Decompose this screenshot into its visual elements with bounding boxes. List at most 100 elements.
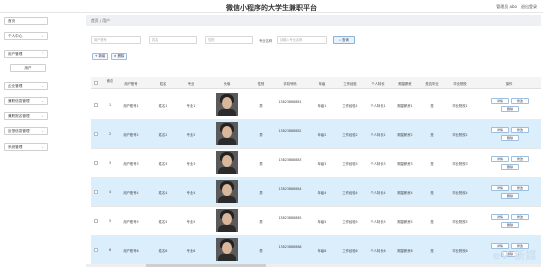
detail-button[interactable]: 详情 <box>491 127 509 133</box>
delete-button-label: 删除 <box>506 165 513 169</box>
row-graduated: 是 <box>430 133 434 137</box>
row-grade: 年级6 <box>317 249 327 253</box>
row-salary: 期望薪资6 <box>397 249 413 253</box>
row-experience: 工作经验4 <box>342 191 358 195</box>
row-major: 专业3 <box>186 162 196 166</box>
row-gender: 男 <box>259 191 263 195</box>
sidebar-item-label: 个人中心 <box>8 34 23 38</box>
sidebar-item-home[interactable]: 首页 <box>4 17 48 25</box>
column-header: 是否毕业 <box>425 82 439 86</box>
row-checkbox[interactable] <box>94 132 98 136</box>
table-row[interactable]: 2 用户账号2 姓名2 专业2 男 13823888882 年级2 工作经验2 个人特长2 期望薪… <box>91 119 541 149</box>
row-checkbox[interactable] <box>94 248 98 252</box>
chevron-down-icon: ⌄ <box>41 84 44 88</box>
sidebar-item-job-signup[interactable]: 兼职报名管理 ⌄ <box>4 112 48 120</box>
add-button[interactable]: + 新增 <box>92 53 108 60</box>
chevron-down-icon: ⌄ <box>41 99 44 103</box>
row-grade: 年级1 <box>317 104 327 108</box>
row-salary: 期望薪资4 <box>397 191 413 195</box>
row-graduated: 是 <box>430 191 434 195</box>
row-skill: 个人特长1 <box>370 104 386 108</box>
sidebar-item-label: 用户管理 <box>8 52 23 56</box>
row-checkbox[interactable] <box>94 103 98 107</box>
sidebar-item-label: 首页 <box>8 19 16 23</box>
delete-button[interactable]: 删除 <box>501 135 519 141</box>
row-school: 毕业院校5 <box>452 220 468 224</box>
avatar <box>216 209 238 232</box>
row-name: 姓名2 <box>158 133 168 137</box>
detail-button[interactable]: 详情 <box>491 98 509 104</box>
sidebar-item-profile[interactable]: 个人中心 ⌄ <box>4 32 48 40</box>
table-row[interactable]: 6 用户账号6 姓名6 专业6 男 13823888886 年级6 工作经验6 个人特长6 期望薪… <box>91 235 541 265</box>
sidebar-item-job-info[interactable]: 兼职信息管理 ⌄ <box>4 97 48 105</box>
row-experience: 工作经验3 <box>342 162 358 166</box>
edit-button-label: 修改 <box>516 99 523 103</box>
edit-button[interactable]: 修改 <box>511 214 529 220</box>
major-search-input[interactable]: 请输入专业名称 <box>277 36 327 44</box>
row-checkbox[interactable] <box>94 219 98 223</box>
major-search-label: 专业名称 <box>259 39 273 43</box>
edit-button[interactable]: 修改 <box>511 98 529 104</box>
column-header: 年级 <box>318 82 326 86</box>
detail-button[interactable]: 详情 <box>491 214 509 220</box>
sidebar-item-enterprise[interactable]: 企业管理 ⌄ <box>4 82 48 90</box>
sidebar-item-system[interactable]: 系统管理 ⌄ <box>4 143 48 151</box>
detail-button[interactable]: 详情 <box>491 185 509 191</box>
row-skill: 个人特长6 <box>370 249 386 253</box>
table-row[interactable]: 1 用户账号1 姓名1 专业1 男 13823888881 年级1 工作经验1 个人特长1 期望薪… <box>91 90 541 120</box>
name-search-input[interactable]: 姓名 <box>149 36 197 44</box>
row-checkbox[interactable] <box>94 190 98 194</box>
avatar <box>216 238 238 261</box>
watermark-logo: eV 新媒 <box>492 249 537 262</box>
row-account: 用户账号6 <box>123 249 139 253</box>
edit-button[interactable]: 修改 <box>511 185 529 191</box>
row-experience: 工作经验1 <box>342 104 358 108</box>
row-experience: 工作经验5 <box>342 220 358 224</box>
table-row[interactable]: 4 用户账号4 姓名4 专业4 男 13823888884 年级4 工作经验4 个人特长4 期望薪… <box>91 177 541 207</box>
edit-button[interactable]: 修改 <box>511 127 529 133</box>
search-button[interactable]: ⌕ 查询 <box>333 36 355 44</box>
row-gender: 男 <box>259 220 263 224</box>
row-major: 专业4 <box>186 191 196 195</box>
trash-icon: × <box>113 54 117 58</box>
row-skill: 个人特长5 <box>370 220 386 224</box>
delete-button-label: 删除 <box>506 194 513 198</box>
delete-button-label: 删除 <box>506 136 513 140</box>
delete-button[interactable]: 删除 <box>501 193 519 199</box>
row-index: 6 <box>108 248 112 252</box>
sidebar-item-user-management[interactable]: 用户管理 ⌃ <box>4 50 48 58</box>
delete-button[interactable]: 删除 <box>501 106 519 112</box>
row-school: 毕业院校1 <box>452 104 468 108</box>
edit-button[interactable]: 修改 <box>511 156 529 162</box>
sidebar-item-label: 兼职报名管理 <box>8 114 30 118</box>
delete-button[interactable]: 删除 <box>501 164 519 170</box>
delete-button[interactable]: 删除 <box>501 222 519 228</box>
chevron-down-icon: ⌄ <box>41 145 44 149</box>
column-header: 毕业院校 <box>453 82 467 86</box>
detail-button[interactable]: 详情 <box>491 156 509 162</box>
gender-search-input[interactable]: 性别 <box>205 36 253 44</box>
column-header: 手机号码 <box>283 82 297 86</box>
detail-button-label: 详情 <box>496 215 503 219</box>
row-name: 姓名3 <box>158 162 168 166</box>
account-search-input[interactable]: 用户账号 <box>91 36 141 44</box>
row-phone: 13823888882 <box>278 129 302 133</box>
sidebar-item-label: 企业管理 <box>8 84 23 88</box>
sidebar-item-user[interactable]: 用户 <box>10 64 46 72</box>
row-checkbox[interactable] <box>94 161 98 165</box>
row-major: 专业5 <box>186 220 196 224</box>
logout-link[interactable]: 退出登录 <box>521 4 537 10</box>
column-header: 专业 <box>187 82 195 86</box>
detail-button-label: 详情 <box>496 99 503 103</box>
row-phone: 13823888881 <box>278 100 302 104</box>
select-all-checkbox[interactable] <box>94 81 98 85</box>
row-school: 毕业院校6 <box>452 249 468 253</box>
sidebar-item-feedback[interactable]: 反馈信息管理 ⌄ <box>4 127 48 135</box>
table-row[interactable]: 3 用户账号3 姓名3 专业3 男 13823888883 年级3 工作经验3 个人特长3 期望薪… <box>91 148 541 178</box>
batch-delete-button[interactable]: × 删除 <box>111 53 127 60</box>
table-row[interactable]: 5 用户账号5 姓名5 专业5 男 13823888885 年级5 工作经验5 个人特长5 期望薪… <box>91 206 541 236</box>
chevron-up-icon: ⌃ <box>41 52 44 56</box>
row-major: 专业2 <box>186 133 196 137</box>
row-experience: 工作经验2 <box>342 133 358 137</box>
sidebar: 首页 个人中心 ⌄ 用户管理 ⌃ 用户 企业管理 ⌄ 兼职信息管理 ⌄ 兼职报名管理 ⌄ … <box>0 13 52 267</box>
